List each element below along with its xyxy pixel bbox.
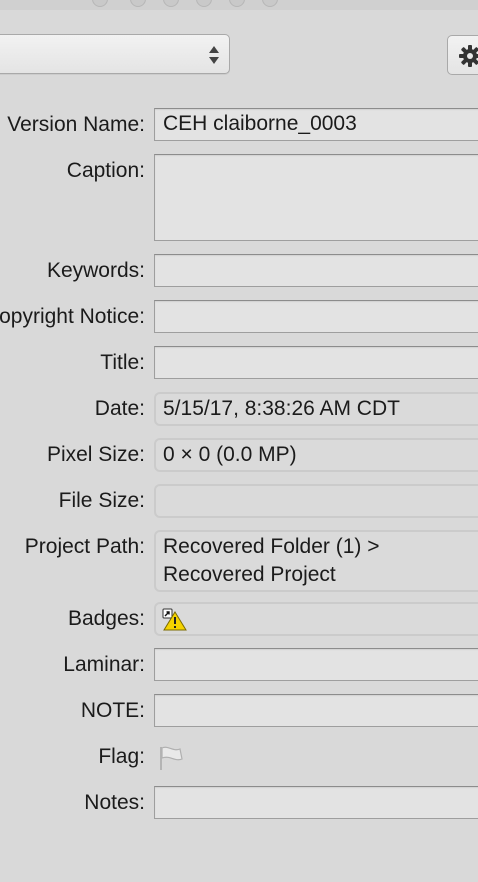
alias-arrow-icon: [162, 608, 173, 619]
note-field[interactable]: [154, 694, 478, 727]
title-field[interactable]: [154, 346, 478, 379]
gear-icon: [459, 45, 478, 67]
field-label: Laminar:: [63, 653, 145, 676]
toolbar-dot: [92, 0, 108, 7]
field-label: Version Name:: [7, 113, 145, 136]
window-top-strip: [0, 0, 478, 10]
metadata-view-popup[interactable]: [0, 34, 230, 74]
field-label: Badges:: [67, 607, 145, 630]
field-label: Caption:: [66, 159, 145, 182]
field-label: Flag:: [98, 745, 145, 768]
caption-field[interactable]: [154, 154, 478, 241]
field-label: Copyright Notice:: [0, 305, 145, 328]
field-label: Notes:: [84, 791, 145, 814]
field-label: Date:: [94, 397, 145, 420]
field-label: Title:: [100, 351, 145, 374]
toolbar-dot: [229, 0, 245, 7]
keywords-field[interactable]: [154, 254, 478, 287]
project-path-value: Recovered Folder (1) > Recovered Project: [154, 530, 478, 592]
file-size-value: [154, 484, 478, 518]
field-label: Pixel Size:: [46, 443, 145, 466]
field-label: NOTE:: [80, 699, 145, 722]
alias-warning-badge: [162, 608, 187, 631]
pixel-size-value: 0 × 0 (0.0 MP): [154, 438, 478, 472]
toolbar-dot: [262, 0, 278, 7]
copyright-notice-field[interactable]: [154, 300, 478, 333]
version-name-field[interactable]: CEH claiborne_0003: [154, 108, 478, 141]
field-label: File Size:: [58, 489, 145, 512]
notes-field[interactable]: [154, 786, 478, 819]
date-value: 5/15/17, 8:38:26 AM CDT: [154, 392, 478, 426]
toolbar-dot: [163, 0, 179, 7]
updown-arrows-icon: [209, 46, 219, 64]
badges-value: [154, 602, 478, 636]
action-menu-button[interactable]: [447, 35, 478, 75]
field-label: Project Path:: [24, 535, 145, 558]
field-label: Keywords:: [46, 259, 145, 282]
toolbar-dot: [130, 0, 146, 7]
toolbar-dot: [196, 0, 212, 7]
flag-icon[interactable]: [157, 744, 187, 772]
laminar-field[interactable]: [154, 648, 478, 681]
